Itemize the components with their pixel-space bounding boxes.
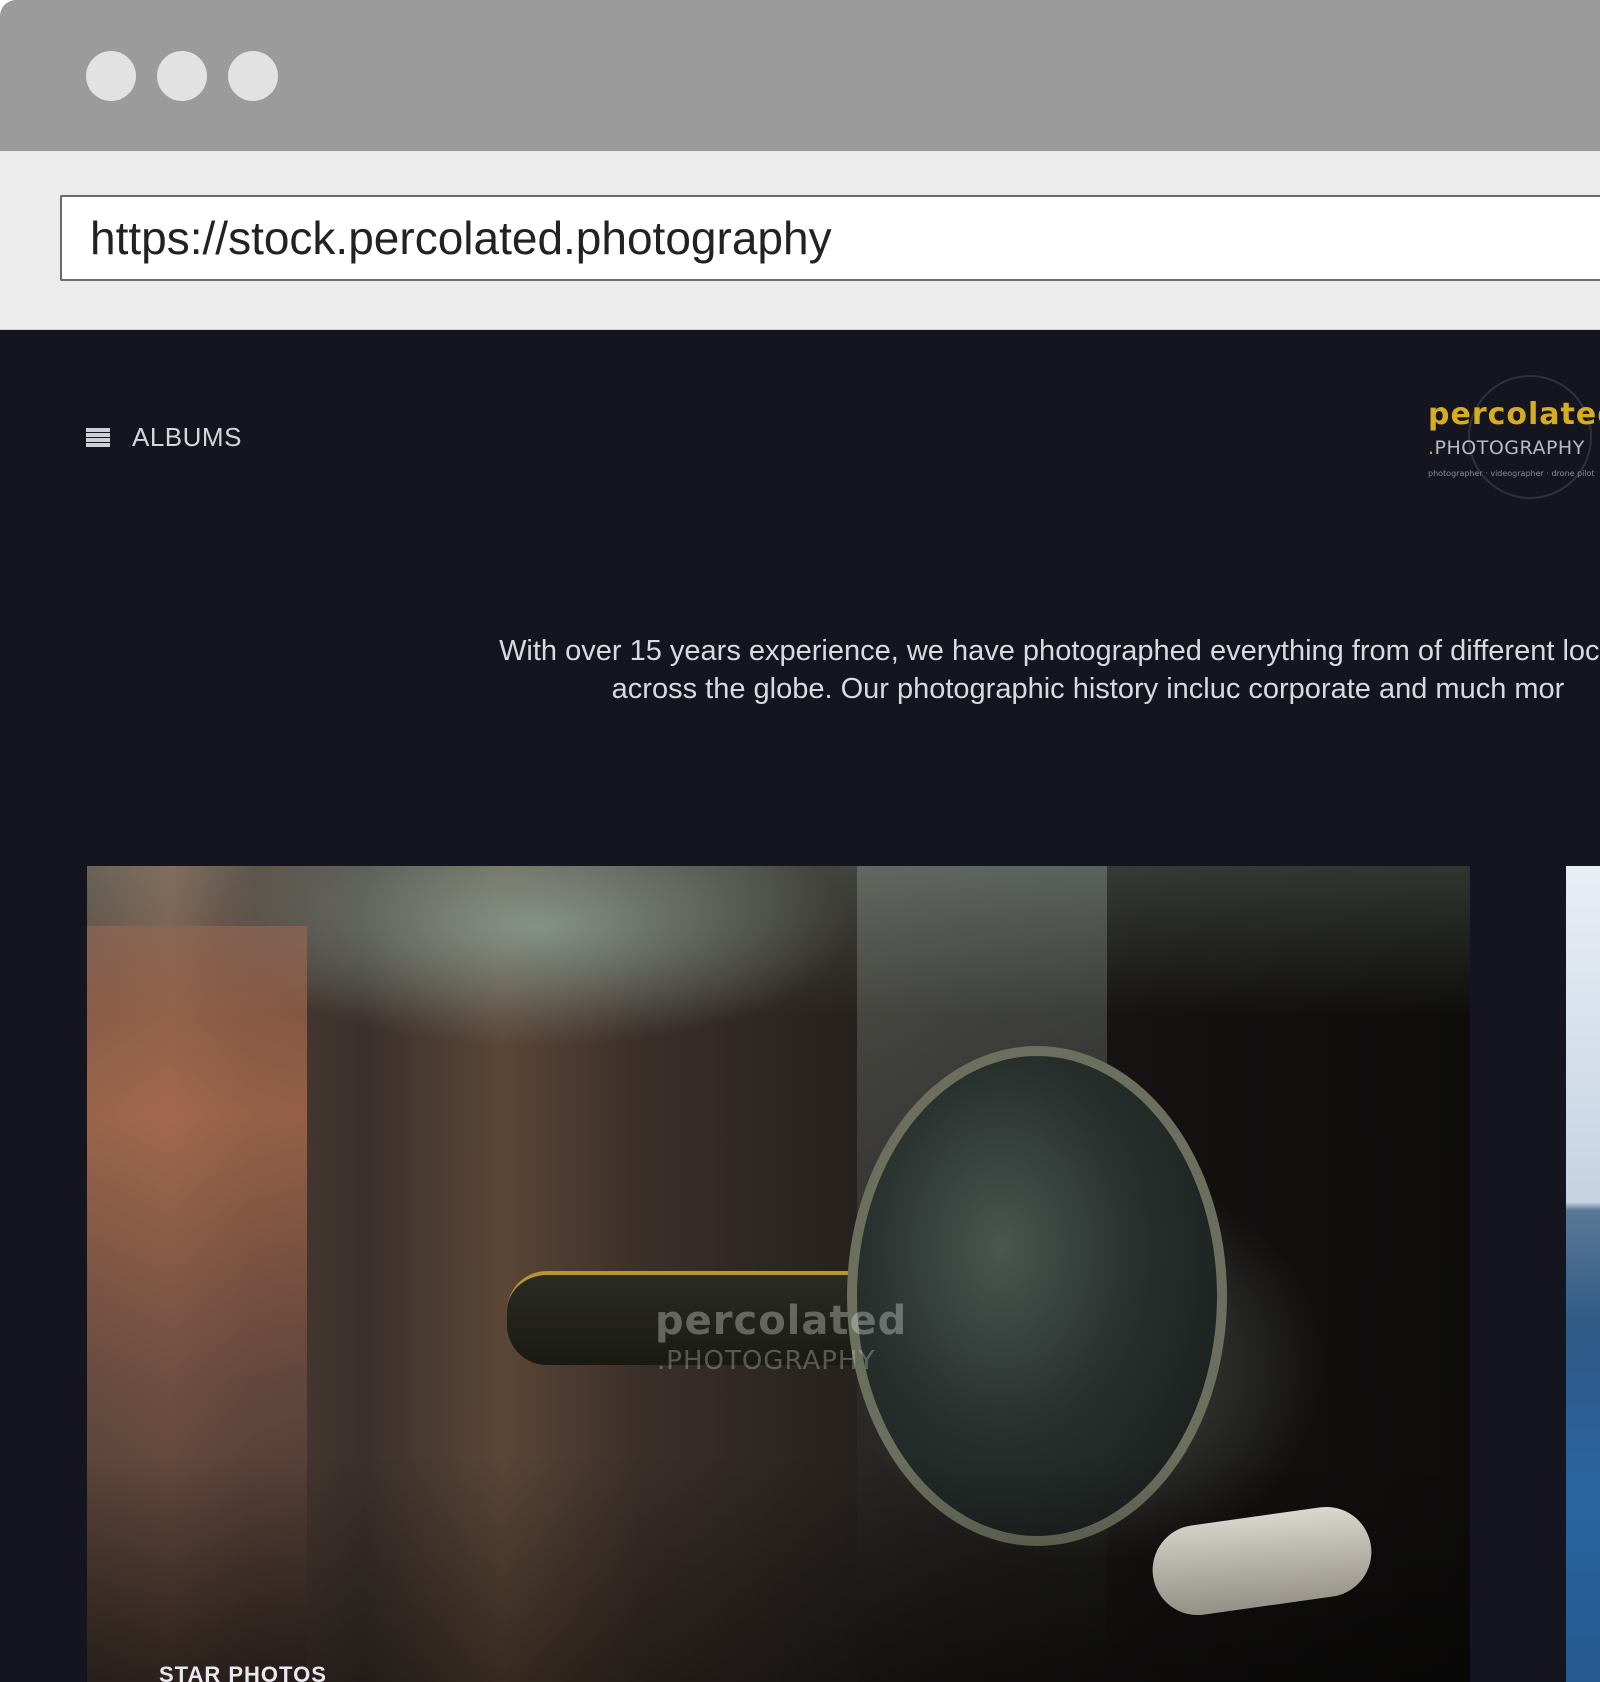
title-bar xyxy=(0,0,1600,151)
albums-label: ALBUMS xyxy=(132,422,242,452)
window-minimize-button[interactable] xyxy=(157,51,207,101)
intro-text: With over 15 years experience, we have p… xyxy=(499,635,1600,705)
window-maximize-button[interactable] xyxy=(228,51,278,101)
album-card-star-photos[interactable]: percolated .PHOTOGRAPHY STAR PHOTOS xyxy=(87,866,1470,1682)
album-card-label: STAR PHOTOS xyxy=(159,1662,327,1682)
watermark-title: percolated xyxy=(655,1298,908,1344)
web-page: ALBUMS percolated .PHOTOGRAPHY photograp… xyxy=(0,330,1600,1682)
browser-window: https://stock.percolated.photography ALB… xyxy=(0,0,1600,1682)
logo-subtitle: .PHOTOGRAPHY xyxy=(1428,437,1585,459)
address-bar: https://stock.percolated.photography xyxy=(0,151,1600,330)
hamburger-icon xyxy=(86,427,110,448)
albums-menu-button[interactable]: ALBUMS xyxy=(86,422,242,453)
album-photo-shade xyxy=(87,866,1470,1682)
url-input[interactable]: https://stock.percolated.photography xyxy=(60,195,1600,281)
album-card-ocean[interactable] xyxy=(1566,866,1600,1682)
logo-subtitle-text: PHOTOGRAPHY xyxy=(1434,437,1585,459)
logo-title: percolated xyxy=(1428,397,1600,432)
window-close-button[interactable] xyxy=(86,51,136,101)
watermark-subtitle: .PHOTOGRAPHY xyxy=(657,1346,876,1376)
logo-tagline: photographer · videographer · drone pilo… xyxy=(1428,469,1595,478)
site-logo[interactable]: percolated .PHOTOGRAPHY photographer · v… xyxy=(1410,375,1600,505)
